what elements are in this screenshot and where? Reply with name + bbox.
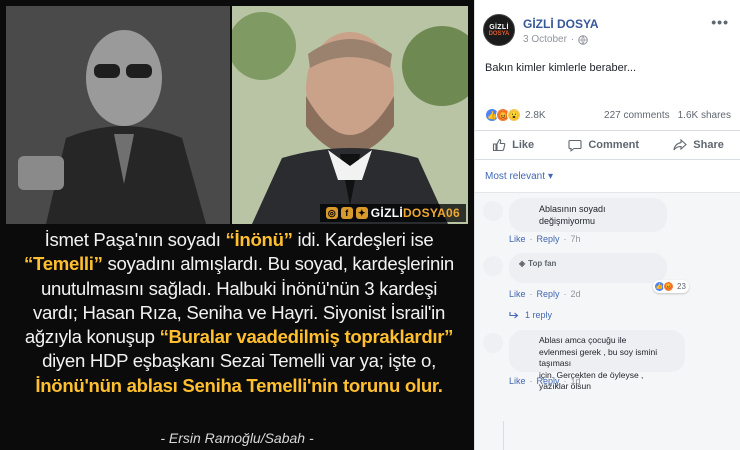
wow-reaction-icon: 😮: [507, 108, 521, 122]
comment-icon: [568, 139, 582, 152]
screenshot-root: ◎ f ✦ GİZLİDOSYA06 İsmet Paşa'nın soyadı…: [0, 0, 740, 450]
post-meta: 3 October ·: [523, 34, 589, 45]
quote-line-2: “Temelli” soyadını almışlardı. Bu soyad,…: [24, 253, 454, 275]
view-replies-link[interactable]: 1 reply: [509, 310, 552, 320]
instagram-icon: ◎: [325, 207, 338, 219]
post-image[interactable]: ◎ f ✦ GİZLİDOSYA06 İsmet Paşa'nın soyadı…: [0, 0, 474, 450]
comment-text-line: değişmiyormu: [539, 216, 596, 226]
quote-line-6: diyen HDP eşbaşkanı Sezai Temelli var ya…: [42, 350, 436, 372]
post-stats: 227 comments 1.6K shares: [604, 110, 731, 121]
sort-label: Most relevant: [485, 171, 546, 182]
meta-separator: ·: [570, 34, 575, 45]
separator-dot: ·: [563, 289, 567, 299]
page-avatar[interactable]: GİZLİ DOSYA: [483, 14, 515, 46]
comments-count-link[interactable]: 227 comments: [604, 110, 670, 121]
comment-text-line: evlenmesi gerek , bu soy ismini taşıması: [539, 346, 658, 369]
caret-down-icon: ▾: [548, 171, 554, 182]
separator-dot: ·: [529, 289, 533, 299]
comment-like-link[interactable]: Like: [509, 376, 526, 386]
comment-reply-link[interactable]: Reply: [537, 289, 560, 299]
avatar-logo-bottom: DOSYA: [488, 31, 510, 37]
commenter-avatar[interactable]: [483, 256, 503, 276]
quote-line-5: ağzıyla konuşup “Buralar vaadedilmiş top…: [24, 326, 454, 348]
comment-bubble: Ablasının soyadı değişmiyormu: [509, 198, 667, 232]
reactions-summary[interactable]: 👍 😡 😮 2.8K 227 comments 1.6K shares: [485, 106, 731, 124]
commenter-avatar[interactable]: [483, 201, 503, 221]
comment-actions: Like · Reply · 7h: [509, 234, 581, 244]
comment-reaction-count: 23: [677, 282, 686, 291]
share-icon: [673, 138, 688, 151]
comment-bubble: Ablası amca çocuğu ile evlenmesi gerek ,…: [509, 330, 685, 391]
badge-label: Top fan: [528, 259, 557, 268]
watermark-text: GİZLİDOSYA06: [370, 206, 460, 220]
facebook-icon: f: [340, 207, 353, 219]
share-button[interactable]: Share: [673, 138, 724, 152]
commenter-avatar[interactable]: [483, 333, 503, 353]
share-label: Share: [693, 139, 724, 151]
page-name-link[interactable]: GİZLİ DOSYA: [523, 17, 599, 31]
comment-reactions[interactable]: 👍 😡 23: [653, 280, 689, 293]
quote-line-4: vardı; Hasan Rıza, Seniha ve Hayri. Siyo…: [32, 301, 446, 323]
replies-label: 1 reply: [525, 310, 553, 320]
more-options-icon[interactable]: •••: [711, 14, 729, 30]
top-fan-badge: ◈ Top fan: [519, 258, 657, 270]
post-panel: GİZLİ DOSYA GİZLİ DOSYA 3 October · ••• …: [474, 0, 740, 450]
comment-time[interactable]: 2d: [571, 289, 581, 299]
post-actions-bar: Like Comment Share: [475, 130, 740, 160]
comment-bubble: ◈ Top fan: [509, 253, 667, 283]
post-text: Bakın kimler kimlerle beraber...: [485, 62, 636, 74]
comment-text-line: Ablası amca çocuğu ile: [539, 335, 627, 345]
avatar-logo-top: GİZLİ: [489, 24, 509, 31]
twitter-icon: ✦: [355, 207, 368, 219]
quote-line-7: İnönü'nün ablası Seniha Temelli'nin toru…: [35, 374, 443, 396]
angry-reaction-icon: 😡: [663, 281, 674, 292]
comment-time[interactable]: 7h: [571, 234, 581, 244]
comment-button[interactable]: Comment: [568, 138, 639, 152]
comment-like-link[interactable]: Like: [509, 234, 526, 244]
like-label: Like: [512, 139, 535, 151]
photo-elderly-man: [6, 6, 230, 224]
comment-like-link[interactable]: Like: [509, 289, 526, 299]
thumbs-up-icon: [493, 138, 506, 152]
social-watermark: ◎ f ✦ GİZLİDOSYA06: [319, 204, 466, 222]
post-header: GİZLİ DOSYA GİZLİ DOSYA 3 October · •••: [483, 14, 733, 48]
globe-icon: [578, 34, 589, 45]
quote-line-1: İsmet Paşa'nın soyadı “İnönü” idi. Karde…: [44, 229, 434, 250]
comments-section: Ablasının soyadı değişmiyormu Like · Rep…: [475, 192, 740, 450]
comment-reply-link[interactable]: Reply: [537, 376, 560, 386]
reply-thread-line: [503, 421, 504, 450]
like-button[interactable]: Like: [492, 138, 534, 152]
comment-text-line: Ablasının soyadı: [539, 204, 606, 214]
quote-byline: - Ersin Ramoğlu/Sabah -: [160, 430, 314, 446]
comment-actions: Like · Reply · 1d: [509, 376, 581, 386]
separator-dot: ·: [563, 376, 567, 386]
quote-line-3: unutulmasını sağladı. Halbuki İnönü'nün …: [40, 277, 438, 299]
shares-count-link[interactable]: 1.6K shares: [678, 110, 731, 121]
comment-reply-link[interactable]: Reply: [537, 234, 560, 244]
comment-sort-dropdown[interactable]: Most relevant ▾: [485, 171, 553, 182]
separator-dot: ·: [529, 376, 533, 386]
post-date[interactable]: 3 October: [523, 34, 567, 45]
quote-text: İsmet Paşa'nın soyadı “İnönü” idi. Karde…: [10, 228, 468, 398]
separator-dot: ·: [563, 234, 567, 244]
separator-dot: ·: [529, 234, 533, 244]
photo-bearded-man: [232, 6, 468, 224]
reaction-count: 2.8K: [525, 109, 546, 121]
comment-actions: Like · Reply · 2d: [509, 289, 581, 299]
reply-arrow-icon: [509, 312, 519, 319]
comment-label: Comment: [588, 139, 640, 151]
comment-time[interactable]: 1d: [571, 376, 581, 386]
diamond-icon: ◈: [519, 259, 526, 268]
